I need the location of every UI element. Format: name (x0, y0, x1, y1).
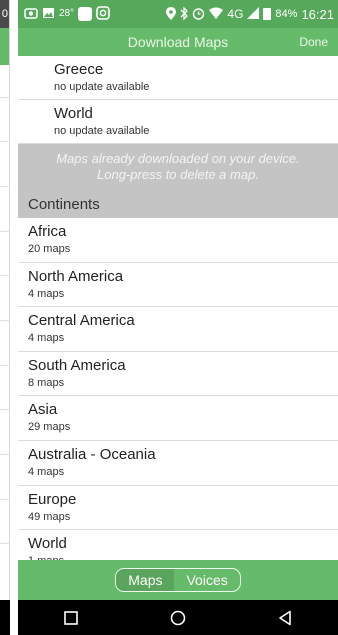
divider (0, 499, 10, 500)
divider (0, 231, 10, 232)
wifi-icon (209, 7, 224, 21)
previous-screen-edge: 0 (0, 0, 10, 635)
divider (0, 275, 10, 276)
back-button[interactable] (265, 606, 305, 630)
continent-item[interactable]: South America 8 maps (18, 352, 338, 397)
download-maps-screen: 28° 4G 84% 16:21 Download Maps Done Gree… (18, 0, 338, 635)
done-button[interactable]: Done (299, 28, 328, 56)
back-icon (278, 610, 291, 625)
status-bar-right: 4G 84% 16:21 (166, 5, 334, 22)
square-icon (78, 7, 93, 21)
page-title: Download Maps (127, 34, 229, 50)
downloaded-maps-list: Greece no update available World no upda… (18, 56, 338, 144)
continent-item[interactable]: Central America 4 maps (18, 307, 338, 352)
continent-name: North America (28, 267, 124, 285)
alarm-icon (192, 7, 205, 22)
divider (0, 543, 10, 544)
continent-name: Asia (28, 401, 58, 419)
bottom-tab-bar: Maps Voices (18, 560, 338, 600)
continent-count: 8 maps (28, 376, 65, 389)
temperature-text: 28° (59, 8, 75, 19)
continent-name: Australia - Oceania (28, 445, 156, 463)
signal-icon (247, 7, 260, 21)
continent-item[interactable]: Europe 49 maps (18, 486, 338, 531)
camera-icon (24, 7, 38, 21)
recents-button[interactable] (51, 606, 91, 630)
divider (0, 141, 10, 142)
continent-item[interactable]: Africa 20 maps (18, 218, 338, 263)
recents-icon (64, 610, 79, 625)
battery-icon (263, 8, 272, 20)
previous-toolbar (0, 28, 9, 65)
map-name: Greece (54, 61, 104, 78)
bluetooth-icon (180, 5, 189, 22)
divider (0, 186, 10, 187)
map-status: no update available (54, 125, 150, 137)
continent-item[interactable]: Australia - Oceania 4 maps (18, 441, 338, 486)
info-line-2: Long-press to delete a map. (97, 167, 259, 182)
continents-list: Africa 20 maps North America 4 maps Cent… (18, 218, 338, 575)
status-bar: 28° 4G 84% 16:21 (18, 0, 338, 28)
continent-count: 49 maps (28, 510, 71, 523)
continent-count: 20 maps (28, 243, 71, 255)
toolbar: Download Maps Done (18, 28, 338, 56)
location-icon (166, 6, 177, 22)
downloaded-map-item[interactable]: World no update available (18, 100, 338, 144)
home-icon (170, 610, 186, 625)
home-button[interactable] (158, 606, 198, 630)
continent-name: World (28, 535, 67, 553)
continent-name: Europe (28, 490, 77, 508)
downloaded-map-item[interactable]: Greece no update available (18, 56, 338, 100)
continent-name: Central America (28, 312, 135, 330)
network-type-text: 4G (227, 7, 244, 21)
instagram-icon (96, 6, 110, 22)
previous-status-bar: 0 (0, 0, 9, 28)
status-bar-left: 28° (24, 6, 110, 22)
tab-voices[interactable]: Voices (174, 569, 239, 591)
previous-nav-bar (0, 600, 10, 635)
info-line-1: Maps already downloaded on your device. (56, 151, 300, 166)
previous-status-text: 0 (1, 8, 8, 20)
battery-percent: 84% (275, 7, 298, 20)
map-status: no update available (54, 81, 150, 93)
continent-name: South America (28, 356, 126, 374)
image-icon (42, 7, 55, 21)
divider (0, 454, 10, 455)
divider (0, 97, 10, 98)
continent-item[interactable]: North America 4 maps (18, 263, 338, 308)
map-name: World (54, 105, 93, 122)
system-navigation-bar (18, 600, 338, 635)
continent-item[interactable]: Asia 29 maps (18, 396, 338, 441)
continent-count: 4 maps (28, 465, 65, 478)
clock-time: 16:21 (301, 6, 334, 22)
divider (0, 320, 10, 321)
tab-maps[interactable]: Maps (116, 569, 175, 591)
maps-voices-segmented-control: Maps Voices (115, 568, 241, 592)
divider (0, 365, 10, 366)
continent-count: 29 maps (28, 421, 71, 434)
continent-count: 4 maps (28, 287, 65, 300)
continent-name: Africa (28, 223, 67, 240)
continent-count: 4 maps (28, 332, 65, 345)
divider (0, 409, 10, 410)
section-header-continents: Continents (18, 190, 338, 218)
